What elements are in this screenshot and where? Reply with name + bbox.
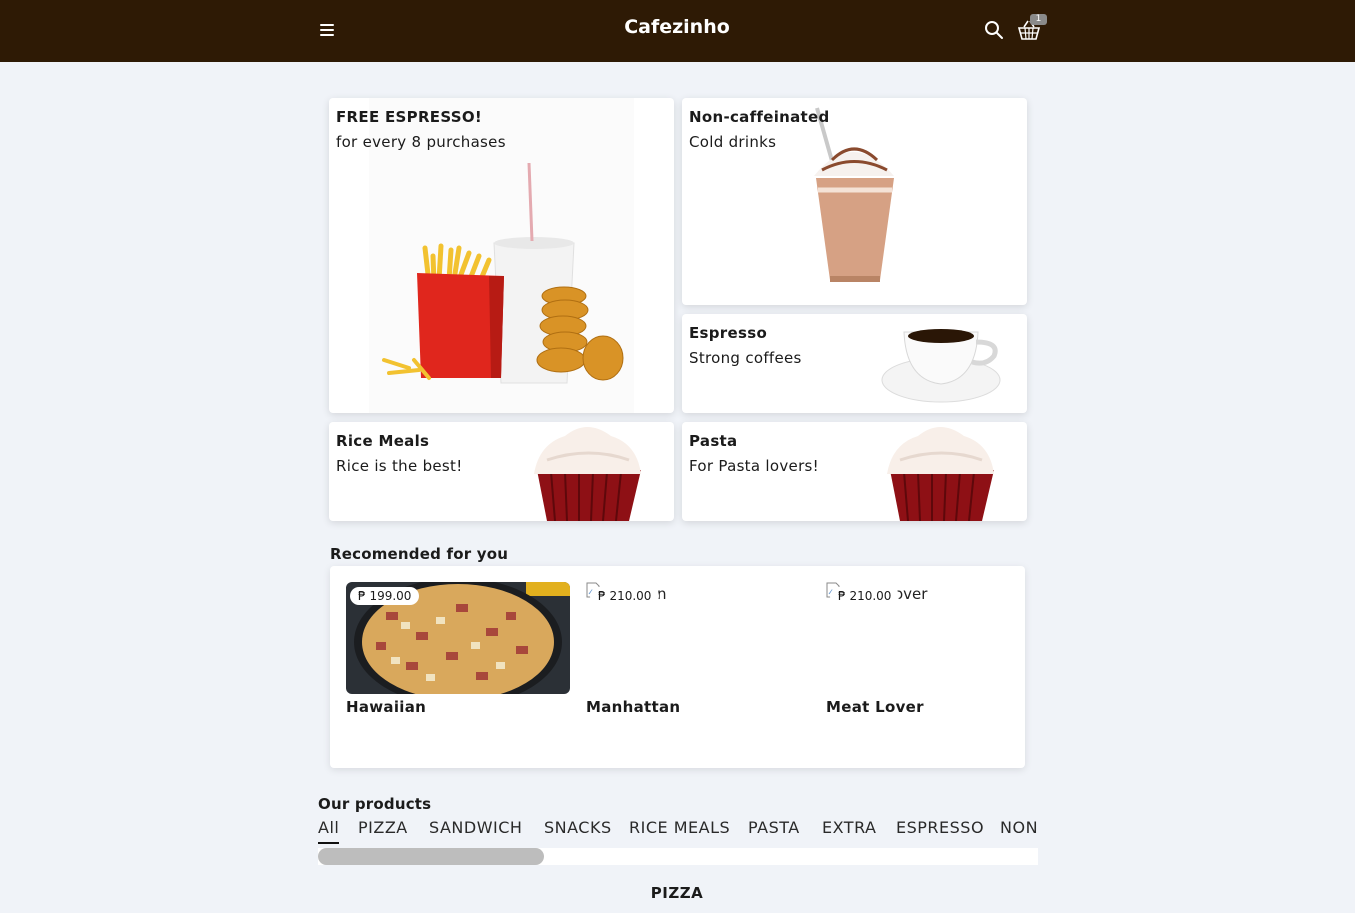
category-title: Rice Meals — [336, 432, 430, 450]
tab-pasta[interactable]: PASTA — [748, 818, 800, 842]
promo-subtitle: for every 8 purchases — [336, 133, 506, 151]
search-button[interactable] — [984, 20, 1004, 40]
product-name: Hawaiian — [346, 698, 427, 716]
promo-title: FREE ESPRESSO! — [336, 108, 483, 126]
tab-non-caffeinated[interactable]: NON — [1000, 818, 1038, 842]
category-title: Pasta — [689, 432, 738, 450]
product-card-meat-lover[interactable]: over ₱ 210.00 Meat Lover — [826, 582, 1050, 722]
price-tag: ₱ 210.00 — [590, 587, 660, 605]
search-icon — [985, 21, 1003, 39]
tab-extra[interactable]: EXTRA — [822, 818, 876, 842]
recommended-panel: ₱ 199.00 Hawaiian ttan ₱ 210.00 Manhatta… — [330, 566, 1025, 768]
price-tag: ₱ 210.00 — [830, 587, 900, 605]
tab-espresso[interactable]: ESPRESSO — [896, 818, 984, 842]
menu-button[interactable] — [318, 20, 338, 40]
category-section-heading: PIZZA — [650, 884, 704, 902]
price-tag: ₱ 199.00 — [350, 587, 420, 605]
category-card-non-caffeinated[interactable]: Non-caffeinated Cold drinks — [682, 98, 1027, 305]
top-navbar: Cafezinho 1 — [0, 0, 1355, 62]
product-card-hawaiian[interactable]: ₱ 199.00 Hawaiian — [346, 582, 570, 722]
category-card-rice-meals[interactable]: Rice Meals Rice is the best! — [329, 422, 674, 521]
cold-drink-image — [814, 107, 894, 282]
category-subtitle: Cold drinks — [689, 133, 777, 151]
product-name: Manhattan — [586, 698, 681, 716]
products-heading: Our products — [318, 795, 432, 813]
category-subtitle: Strong coffees — [689, 349, 802, 367]
tab-sandwich[interactable]: SANDWICH — [429, 818, 522, 842]
product-card-manhattan[interactable]: ttan ₱ 210.00 Manhattan — [586, 582, 810, 722]
tab-snacks[interactable]: SNACKS — [544, 818, 612, 842]
product-name: Meat Lover — [826, 698, 924, 716]
recommended-heading: Recomended for you — [330, 545, 509, 563]
category-title: Espresso — [689, 324, 768, 342]
brand-logo[interactable]: Cafezinho — [577, 16, 777, 38]
category-tabs: All PIZZA SANDWICH SNACKS RICE MEALS PAS… — [318, 818, 1038, 844]
tab-rice-meals[interactable]: RICE MEALS — [629, 818, 730, 842]
category-subtitle: For Pasta lovers! — [689, 457, 819, 475]
menu-icon-line — [320, 34, 334, 36]
category-subtitle: Rice is the best! — [336, 457, 463, 475]
tab-all[interactable]: All — [318, 818, 340, 844]
category-card-espresso[interactable]: Espresso Strong coffees — [682, 314, 1027, 413]
tab-pizza[interactable]: PIZZA — [358, 818, 408, 842]
category-card-pasta[interactable]: Pasta For Pasta lovers! — [682, 422, 1027, 521]
tabs-scrollbar-thumb[interactable] — [318, 848, 544, 865]
menu-icon — [320, 24, 334, 26]
promo-card-free-espresso[interactable]: FREE ESPRESSO! for every 8 purchases — [329, 98, 674, 413]
category-title: Non-caffeinated — [689, 108, 830, 126]
menu-icon-line — [320, 29, 334, 31]
image-alt-text: over — [894, 585, 928, 603]
cart-count-badge: 1 — [1030, 14, 1047, 25]
